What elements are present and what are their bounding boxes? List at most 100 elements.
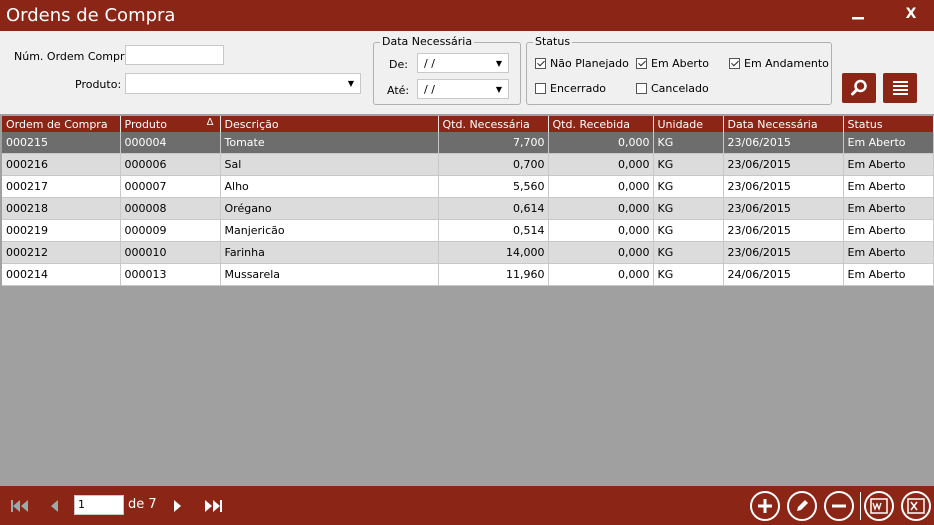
column-header-descricao[interactable]: Descrição: [220, 116, 439, 132]
cell-descricao[interactable]: Farinha: [220, 241, 439, 264]
cell-qtd-necessaria[interactable]: 0,514: [438, 219, 549, 242]
cell-qtd-necessaria[interactable]: 5,560: [438, 175, 549, 198]
status-nao-planejado-checkbox[interactable]: Não Planejado: [535, 57, 629, 70]
cell-unidade[interactable]: KG: [653, 197, 724, 220]
edit-button[interactable]: [787, 491, 817, 521]
cell-ordem[interactable]: 000212: [2, 241, 121, 264]
cell-produto[interactable]: 000008: [120, 197, 221, 220]
column-header-qtd-recebida[interactable]: Qtd. Recebida: [548, 116, 654, 132]
chevron-down-icon[interactable]: ▼: [492, 54, 506, 72]
cell-descricao[interactable]: Tomate: [220, 132, 439, 154]
table-row[interactable]: 000217 000007 Alho 5,560 0,000 KG 23/06/…: [2, 175, 934, 198]
checkbox-unchecked-icon[interactable]: [636, 83, 647, 94]
cell-produto[interactable]: 000009: [120, 219, 221, 242]
cell-status[interactable]: Em Aberto: [843, 241, 934, 264]
cell-qtd-recebida[interactable]: 0,000: [548, 241, 654, 264]
column-header-data-necessaria[interactable]: Data Necessária: [723, 116, 844, 132]
table-row[interactable]: 000216 000006 Sal 0,700 0,000 KG 23/06/2…: [2, 153, 934, 176]
status-encerrado-checkbox[interactable]: Encerrado: [535, 82, 606, 95]
add-button[interactable]: [750, 491, 780, 521]
chevron-down-icon[interactable]: ▼: [492, 80, 506, 98]
cell-status[interactable]: Em Aberto: [843, 197, 934, 220]
checkbox-unchecked-icon[interactable]: [535, 83, 546, 94]
cell-qtd-recebida[interactable]: 0,000: [548, 197, 654, 220]
cell-produto[interactable]: 000013: [120, 263, 221, 286]
checkbox-checked-icon[interactable]: [636, 58, 647, 69]
first-page-button[interactable]: [10, 498, 30, 518]
cell-data-necessaria[interactable]: 23/06/2015: [723, 175, 844, 198]
cell-ordem[interactable]: 000218: [2, 197, 121, 220]
column-header-qtd-necessaria[interactable]: Qtd. Necessária: [438, 116, 549, 132]
cell-descricao[interactable]: Mussarela: [220, 263, 439, 286]
cell-qtd-recebida[interactable]: 0,000: [548, 219, 654, 242]
cell-unidade[interactable]: KG: [653, 175, 724, 198]
cell-qtd-recebida[interactable]: 0,000: [548, 132, 654, 154]
cell-qtd-recebida[interactable]: 0,000: [548, 175, 654, 198]
ate-date-field[interactable]: / / ▼: [417, 79, 509, 99]
cell-data-necessaria[interactable]: 23/06/2015: [723, 219, 844, 242]
cell-qtd-necessaria[interactable]: 0,700: [438, 153, 549, 176]
produto-combo[interactable]: ▼: [125, 73, 361, 94]
cell-ordem[interactable]: 000215: [2, 132, 121, 154]
next-page-button[interactable]: [172, 498, 184, 518]
status-em-aberto-checkbox[interactable]: Em Aberto: [636, 57, 709, 70]
cell-qtd-necessaria[interactable]: 11,960: [438, 263, 549, 286]
cell-status[interactable]: Em Aberto: [843, 153, 934, 176]
table-row[interactable]: 000219 000009 Manjericão 0,514 0,000 KG …: [2, 219, 934, 242]
cell-produto[interactable]: 000004: [120, 132, 221, 154]
cell-data-necessaria[interactable]: 23/06/2015: [723, 241, 844, 264]
de-date-field[interactable]: / / ▼: [417, 53, 509, 73]
cell-descricao[interactable]: Sal: [220, 153, 439, 176]
search-button[interactable]: [842, 73, 876, 103]
cell-produto[interactable]: 000010: [120, 241, 221, 264]
column-header-ordem[interactable]: Ordem de Compra: [2, 116, 121, 132]
export-word-button[interactable]: [864, 491, 894, 521]
cell-qtd-recebida[interactable]: 0,000: [548, 263, 654, 286]
cell-unidade[interactable]: KG: [653, 153, 724, 176]
cell-unidade[interactable]: KG: [653, 132, 724, 154]
status-cancelado-checkbox[interactable]: Cancelado: [636, 82, 709, 95]
table-row[interactable]: 000218 000008 Orégano 0,614 0,000 KG 23/…: [2, 197, 934, 220]
cell-descricao[interactable]: Manjericão: [220, 219, 439, 242]
chevron-down-icon[interactable]: ▼: [344, 74, 358, 93]
cell-qtd-necessaria[interactable]: 14,000: [438, 241, 549, 264]
cell-status[interactable]: Em Aberto: [843, 219, 934, 242]
table-row[interactable]: 000215 000004 Tomate 7,700 0,000 KG 23/0…: [2, 132, 934, 154]
checkbox-checked-icon[interactable]: [535, 58, 546, 69]
column-header-produto[interactable]: Produto Δ: [120, 116, 221, 132]
cell-status[interactable]: Em Aberto: [843, 132, 934, 154]
cell-unidade[interactable]: KG: [653, 263, 724, 286]
cell-produto[interactable]: 000006: [120, 153, 221, 176]
cell-data-necessaria[interactable]: 23/06/2015: [723, 197, 844, 220]
cell-descricao[interactable]: Orégano: [220, 197, 439, 220]
page-number-input[interactable]: 1: [74, 495, 124, 515]
cell-qtd-necessaria[interactable]: 0,614: [438, 197, 549, 220]
minimize-button[interactable]: [850, 3, 872, 27]
cell-descricao[interactable]: Alho: [220, 175, 439, 198]
cell-data-necessaria[interactable]: 23/06/2015: [723, 153, 844, 176]
remove-button[interactable]: [824, 491, 854, 521]
last-page-button[interactable]: [204, 498, 224, 518]
cell-ordem[interactable]: 000216: [2, 153, 121, 176]
list-button[interactable]: [883, 73, 917, 103]
cell-data-necessaria[interactable]: 23/06/2015: [723, 132, 844, 154]
cell-status[interactable]: Em Aberto: [843, 263, 934, 286]
table-row[interactable]: 000212 000010 Farinha 14,000 0,000 KG 23…: [2, 241, 934, 264]
cell-unidade[interactable]: KG: [653, 241, 724, 264]
cell-ordem[interactable]: 000219: [2, 219, 121, 242]
ordem-compra-input[interactable]: [125, 45, 224, 65]
cell-status[interactable]: Em Aberto: [843, 175, 934, 198]
cell-ordem[interactable]: 000217: [2, 175, 121, 198]
cell-qtd-necessaria[interactable]: 7,700: [438, 132, 549, 154]
cell-data-necessaria[interactable]: 24/06/2015: [723, 263, 844, 286]
cell-qtd-recebida[interactable]: 0,000: [548, 153, 654, 176]
column-header-unidade[interactable]: Unidade: [653, 116, 724, 132]
cell-produto[interactable]: 000007: [120, 175, 221, 198]
cell-unidade[interactable]: KG: [653, 219, 724, 242]
close-button[interactable]: X: [902, 6, 920, 26]
cell-ordem[interactable]: 000214: [2, 263, 121, 286]
checkbox-checked-icon[interactable]: [729, 58, 740, 69]
column-header-status[interactable]: Status: [843, 116, 934, 132]
export-excel-button[interactable]: [901, 491, 931, 521]
previous-page-button[interactable]: [48, 498, 60, 518]
